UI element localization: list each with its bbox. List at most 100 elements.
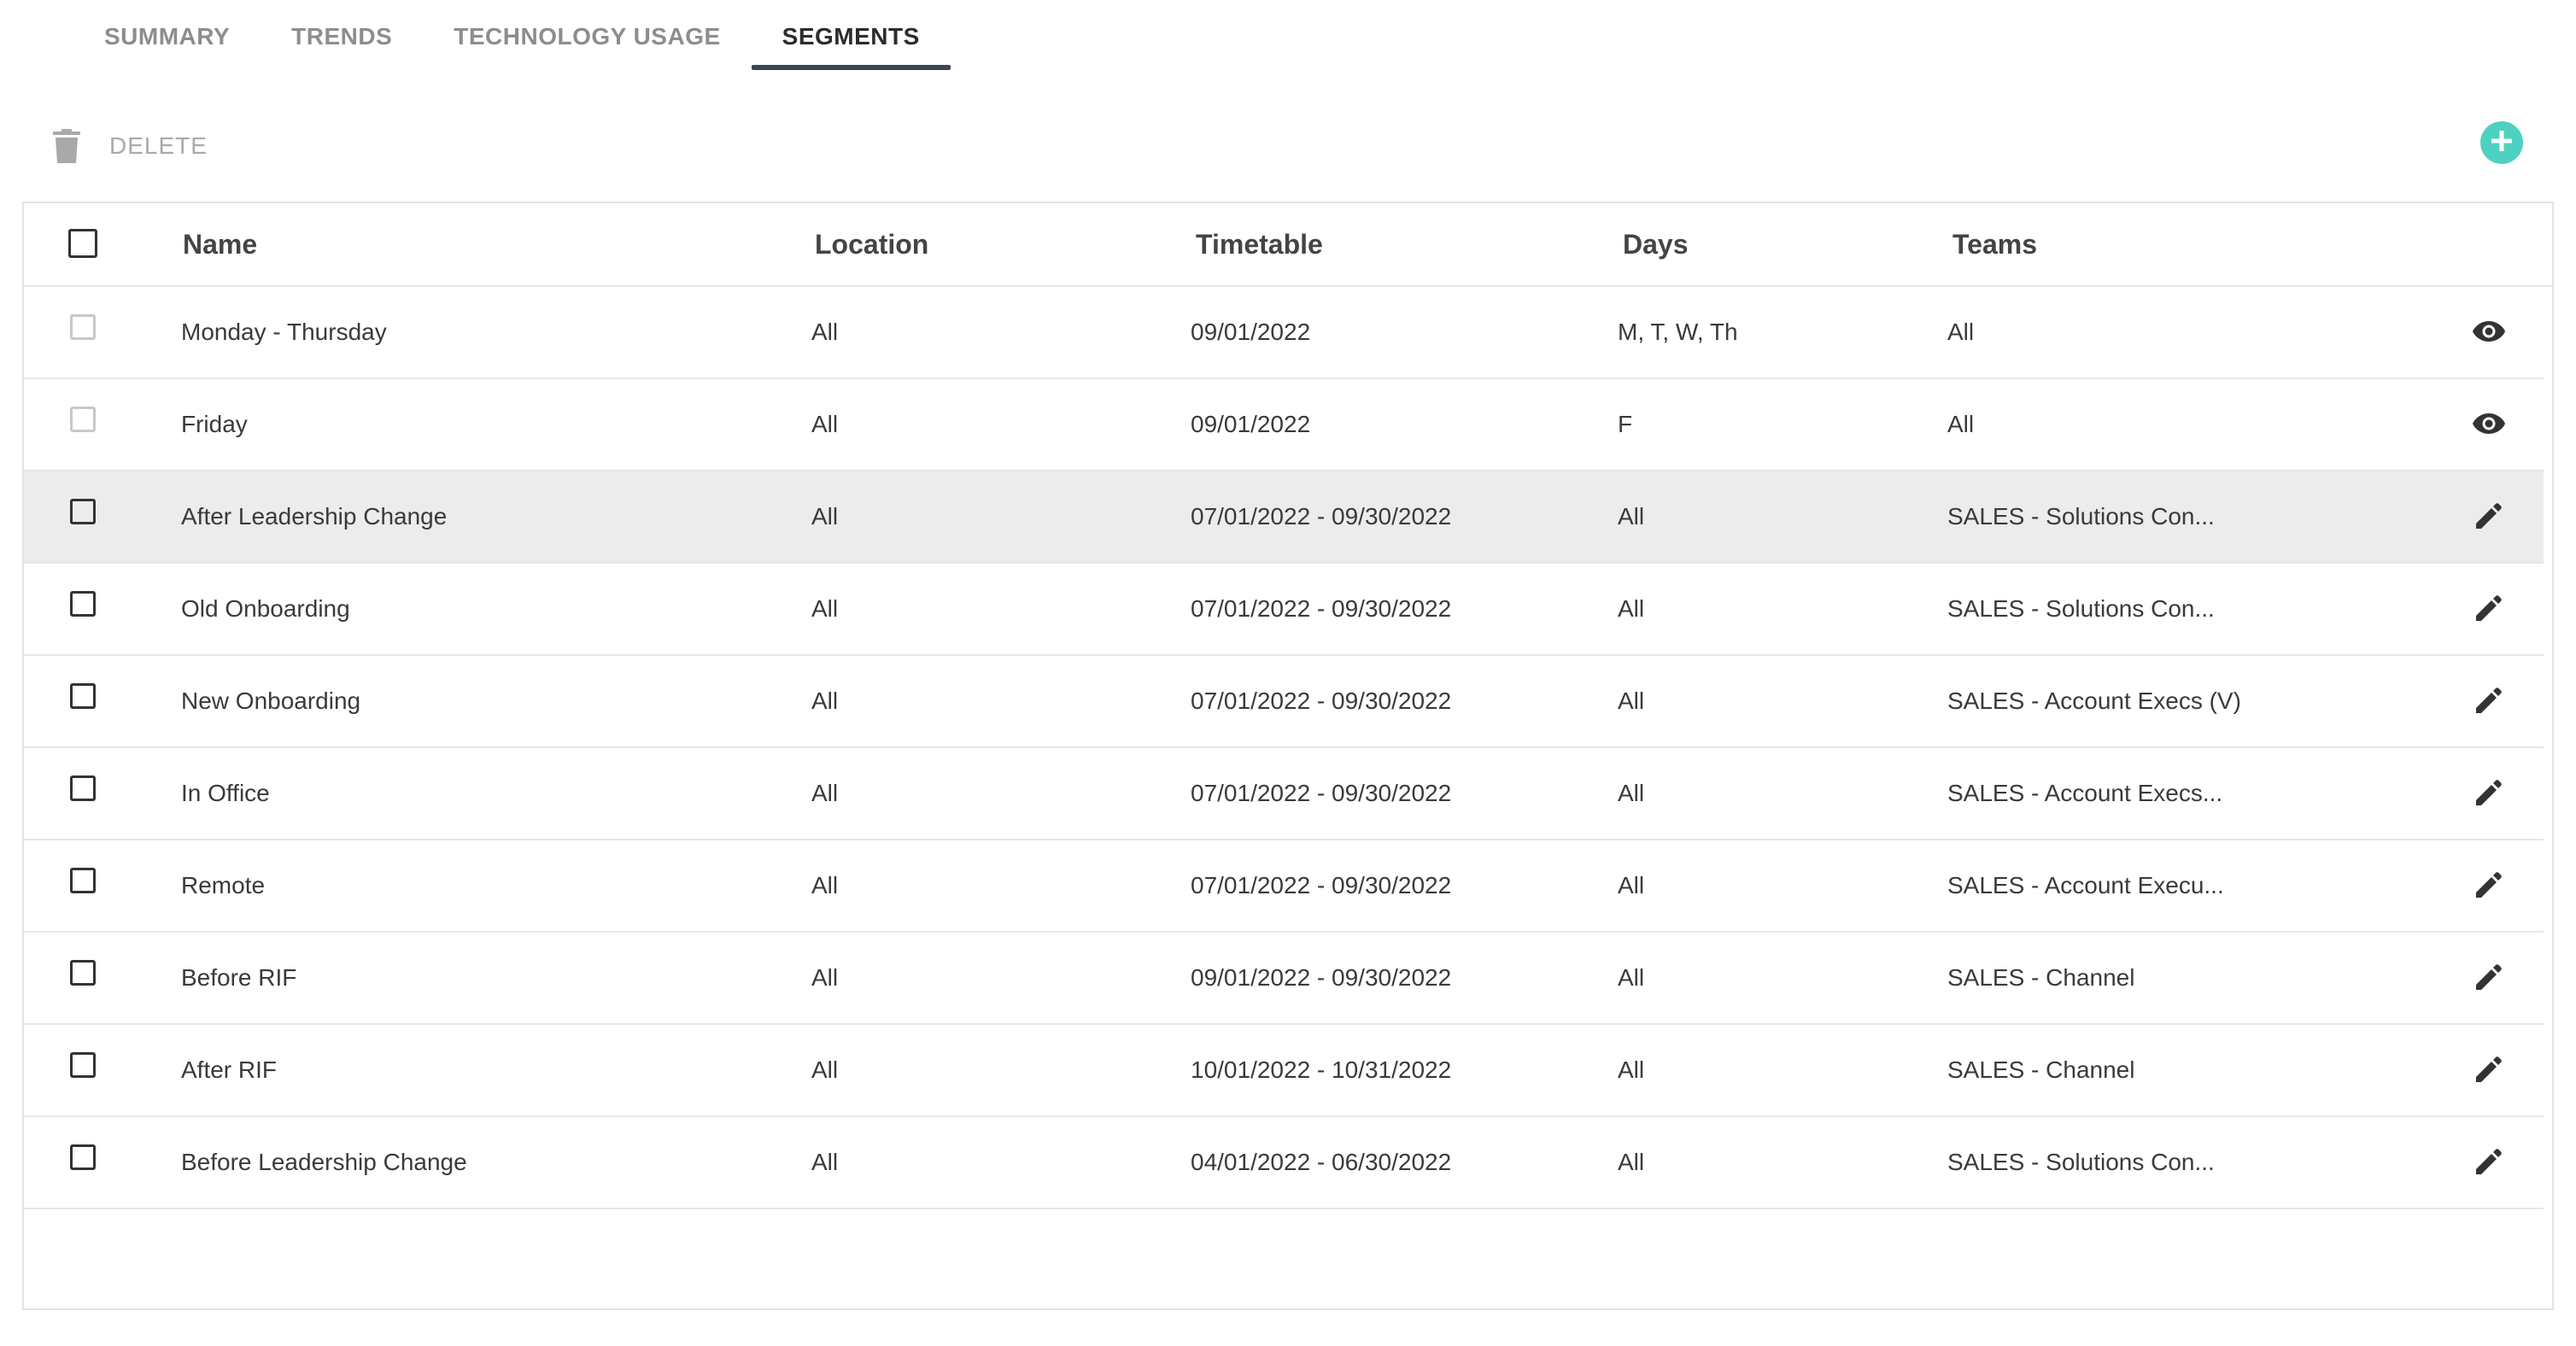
cell-days: All: [1618, 503, 1645, 530]
tab-trends[interactable]: TRENDS: [261, 0, 423, 73]
tab-summary[interactable]: SUMMARY: [73, 0, 261, 73]
table-header: Name Location Timetable Days Teams: [24, 203, 2552, 287]
cell-name: Before Leadership Change: [181, 1149, 467, 1175]
cell-timetable: 09/01/2022 - 09/30/2022: [1191, 964, 1452, 991]
cell-days: All: [1618, 1056, 1645, 1083]
segments-table: Name Location Timetable Days Teams Monda…: [22, 202, 2554, 1310]
cell-days: M, T, W, Th: [1618, 319, 1738, 345]
cell-name: After RIF: [181, 1056, 278, 1083]
view-button[interactable]: [2468, 403, 2509, 444]
pencil-icon: [2474, 1055, 2503, 1084]
cell-days: All: [1618, 1149, 1645, 1175]
delete-button[interactable]: DELETE: [53, 129, 208, 163]
edit-button[interactable]: [2468, 864, 2509, 905]
cell-days: F: [1618, 411, 1633, 437]
cell-name: New Onboarding: [181, 688, 361, 714]
row-checkbox[interactable]: [70, 868, 96, 893]
table-row[interactable]: Monday - Thursday All 09/01/2022 M, T, W, T…: [24, 287, 2544, 379]
add-segment-button[interactable]: [2480, 121, 2523, 164]
cell-location: All: [811, 595, 839, 622]
table-row[interactable]: Old Onboarding All 07/01/2022 - 09/30/2022…: [24, 564, 2544, 656]
cell-teams: SALES - Channel: [1947, 964, 2135, 991]
row-checkbox[interactable]: [70, 499, 96, 524]
table-row[interactable]: New Onboarding All 07/01/2022 - 09/30/2022…: [24, 656, 2544, 748]
edit-button[interactable]: [2468, 772, 2509, 813]
cell-name: Remote: [181, 872, 266, 898]
cell-timetable: 09/01/2022: [1191, 411, 1311, 437]
cell-teams: All: [1947, 319, 1975, 345]
cell-teams: SALES - Account Execs...: [1947, 780, 2223, 806]
cell-timetable: 07/01/2022 - 09/30/2022: [1191, 780, 1452, 806]
delete-label: DELETE: [109, 132, 208, 159]
row-checkbox[interactable]: [70, 591, 96, 617]
row-checkbox[interactable]: [70, 1052, 96, 1078]
tab-bar: SUMMARY TRENDS TECHNOLOGY USAGE SEGMENTS: [73, 0, 951, 73]
cell-location: All: [811, 503, 839, 530]
pencil-icon: [2474, 501, 2503, 530]
row-checkbox[interactable]: [70, 1144, 96, 1170]
toolbar: DELETE: [53, 120, 208, 173]
cell-location: All: [811, 688, 839, 714]
cell-timetable: 04/01/2022 - 06/30/2022: [1191, 1149, 1452, 1175]
column-header-timetable[interactable]: Timetable: [1196, 203, 1323, 285]
table-row[interactable]: After RIF All 10/01/2022 - 10/31/2022 All SA…: [24, 1025, 2544, 1117]
view-button[interactable]: [2468, 311, 2509, 352]
edit-button[interactable]: [2468, 957, 2509, 998]
row-checkbox: [70, 407, 96, 432]
select-all-checkbox[interactable]: [68, 229, 97, 258]
cell-location: All: [811, 1056, 839, 1083]
cell-timetable: 10/01/2022 - 10/31/2022: [1191, 1056, 1452, 1083]
cell-days: All: [1618, 595, 1645, 622]
cell-timetable: 07/01/2022 - 09/30/2022: [1191, 688, 1452, 714]
pencil-icon: [2474, 870, 2503, 899]
row-checkbox: [70, 314, 96, 340]
column-header-location[interactable]: Location: [815, 203, 928, 285]
eye-icon: [2472, 319, 2506, 343]
pencil-icon: [2474, 594, 2503, 623]
edit-button[interactable]: [2468, 495, 2509, 536]
tab-technology-usage[interactable]: TECHNOLOGY USAGE: [423, 0, 751, 73]
cell-teams: SALES - Solutions Con...: [1947, 1149, 2215, 1175]
table-row[interactable]: Before Leadership Change All 04/01/2022 - …: [24, 1117, 2544, 1209]
table-row[interactable]: After Leadership Change All 07/01/2022 - 0…: [24, 471, 2544, 564]
cell-location: All: [811, 411, 839, 437]
cell-location: All: [811, 872, 839, 898]
row-checkbox[interactable]: [70, 960, 96, 986]
edit-button[interactable]: [2468, 1049, 2509, 1090]
cell-timetable: 09/01/2022: [1191, 319, 1311, 345]
cell-location: All: [811, 319, 839, 345]
plus-circle-icon: [2489, 128, 2515, 158]
cell-name: Old Onboarding: [181, 595, 350, 622]
cell-timetable: 07/01/2022 - 09/30/2022: [1191, 503, 1452, 530]
cell-days: All: [1618, 688, 1645, 714]
cell-name: After Leadership Change: [181, 503, 448, 530]
edit-button[interactable]: [2468, 588, 2509, 629]
row-checkbox[interactable]: [70, 775, 96, 801]
table-row[interactable]: Before RIF All 09/01/2022 - 09/30/2022 All S…: [24, 933, 2544, 1025]
table-row[interactable]: In Office All 07/01/2022 - 09/30/2022 All SA…: [24, 748, 2544, 840]
cell-timetable: 07/01/2022 - 09/30/2022: [1191, 595, 1452, 622]
edit-button[interactable]: [2468, 1141, 2509, 1182]
cell-teams: SALES - Solutions Con...: [1947, 595, 2215, 622]
cell-teams: All: [1947, 411, 1975, 437]
tab-segments[interactable]: SEGMENTS: [751, 0, 951, 73]
column-header-teams[interactable]: Teams: [1952, 203, 2037, 285]
row-checkbox[interactable]: [70, 683, 96, 709]
cell-name: Friday: [181, 411, 248, 437]
eye-icon: [2472, 412, 2506, 436]
cell-days: All: [1618, 780, 1645, 806]
cell-days: All: [1618, 964, 1645, 991]
column-header-name[interactable]: Name: [183, 203, 257, 285]
cell-location: All: [811, 964, 839, 991]
cell-name: In Office: [181, 780, 270, 806]
pencil-icon: [2474, 1147, 2503, 1176]
pencil-icon: [2474, 686, 2503, 715]
pencil-icon: [2474, 778, 2503, 807]
cell-timetable: 07/01/2022 - 09/30/2022: [1191, 872, 1452, 898]
table-row[interactable]: Friday All 09/01/2022 F All: [24, 379, 2544, 471]
table-row[interactable]: Remote All 07/01/2022 - 09/30/2022 All SALES…: [24, 840, 2544, 933]
table-body: Monday - Thursday All 09/01/2022 M, T, W, T…: [24, 287, 2544, 1209]
cell-name: Before RIF: [181, 964, 297, 991]
column-header-days[interactable]: Days: [1623, 203, 1689, 285]
edit-button[interactable]: [2468, 680, 2509, 721]
